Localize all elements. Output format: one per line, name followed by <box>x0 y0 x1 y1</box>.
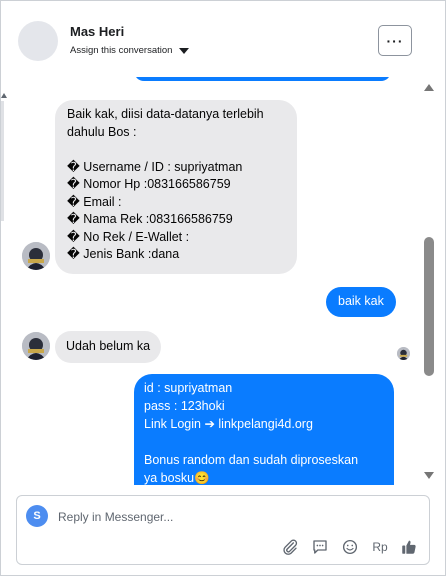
like-button[interactable] <box>399 537 419 557</box>
message-line: � No Rek / E-Wallet : <box>67 229 190 244</box>
message-line <box>67 141 285 159</box>
attachment-button[interactable] <box>280 537 300 557</box>
sender-avatar-image <box>22 332 50 360</box>
message-line: � Jenis Bank :dana <box>67 247 180 261</box>
message-line: � Nomor Hp :083166586759 <box>67 177 231 191</box>
message-line: Baik kak, diisi data-datanya terlebih <box>67 107 264 121</box>
caret-down-icon <box>179 47 190 54</box>
contact-name[interactable]: Mas Heri <box>70 24 124 39</box>
currency-label: Rp <box>372 540 388 554</box>
incoming-udah-bubble: Udah belum ka <box>55 331 162 363</box>
payment-button[interactable]: Rp <box>370 537 390 557</box>
seen-indicator-avatar <box>397 347 410 360</box>
message-composer[interactable]: S Rp <box>16 495 430 565</box>
sender-avatar <box>22 332 50 360</box>
incoming-data-request-bubble: Baik kak, diisi data-datanya terlebih da… <box>55 100 297 274</box>
message-line: pass : 123hoki <box>144 399 225 413</box>
scroll-up-arrow-icon[interactable] <box>424 84 434 91</box>
more-options-button[interactable]: ··· <box>378 25 412 56</box>
conversation-panel: Mas Heri Assign this conversation ··· Ba… <box>0 0 446 576</box>
message-text: Udah belum ka <box>66 339 151 354</box>
sender-avatar-image <box>22 242 50 270</box>
previous-outgoing-bubble <box>134 77 391 81</box>
more-icon: ··· <box>386 32 404 49</box>
emoji-icon <box>342 539 358 555</box>
reply-input[interactable] <box>58 508 398 526</box>
sender-avatar <box>22 242 50 270</box>
attachment-icon <box>283 539 298 555</box>
saved-replies-icon <box>313 540 327 554</box>
conversation-header: Mas Heri Assign this conversation ··· <box>1 1 445 77</box>
scroll-down-arrow-icon[interactable] <box>424 472 434 479</box>
page-avatar: S <box>26 505 48 527</box>
message-line: � Email : <box>67 194 122 209</box>
message-line: ya bosku😊 <box>144 471 210 485</box>
message-line <box>144 434 384 452</box>
message-line: Link Login ➔ linkpelangi4d.org <box>144 417 313 431</box>
assign-conversation-button[interactable]: Assign this conversation <box>70 45 190 56</box>
emoji-button[interactable] <box>340 537 360 557</box>
scrollbar-thumb[interactable] <box>424 237 434 376</box>
message-line: � Username / ID : supriyatman <box>67 159 243 174</box>
seen-avatar-image <box>397 347 410 360</box>
message-line: Bonus random dan sudah diproseskan <box>144 453 359 467</box>
message-line: id : supriyatman <box>144 381 233 395</box>
outgoing-baik-bubble: baik kak <box>326 287 396 317</box>
message-line: dahulu Bos : <box>67 124 137 139</box>
message-text: baik kak <box>338 294 384 309</box>
saved-replies-button[interactable] <box>310 537 330 557</box>
message-list[interactable]: Baik kak, diisi data-datanya terlebih da… <box>1 77 445 485</box>
thumbs-up-icon <box>402 540 416 554</box>
outgoing-account-bubble: id : supriyatman pass : 123hoki Link Log… <box>134 374 394 485</box>
contact-avatar[interactable] <box>18 21 58 61</box>
message-line: � Nama Rek :083166586759 <box>67 212 233 226</box>
assign-label: Assign this conversation <box>70 45 173 56</box>
